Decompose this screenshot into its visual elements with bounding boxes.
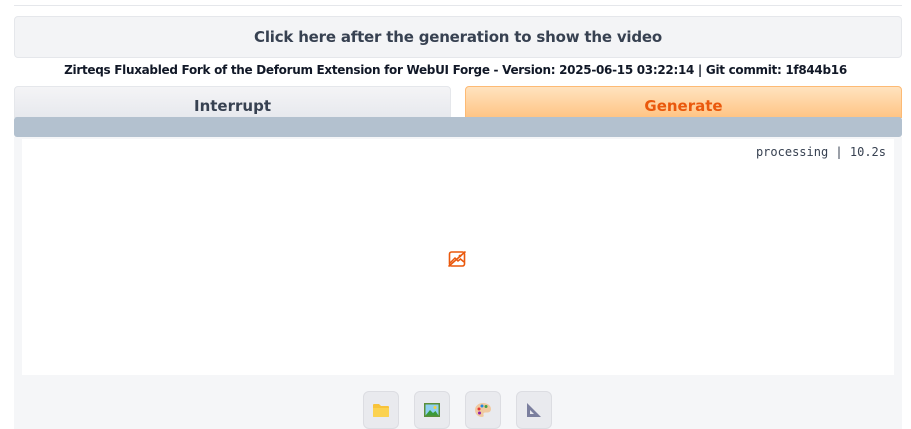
action-buttons: Interrupt Generate (14, 86, 902, 118)
progress-bar (14, 117, 902, 137)
triangle-ruler-icon (527, 403, 541, 417)
open-folder-button[interactable] (363, 391, 399, 429)
show-video-button[interactable]: Click here after the generation to show … (14, 16, 902, 58)
version-info: Zirteqs Fluxabled Fork of the Deforum Ex… (64, 63, 847, 77)
interrupt-button[interactable]: Interrupt (14, 86, 451, 118)
image-icon (424, 403, 440, 417)
generate-button[interactable]: Generate (465, 86, 902, 118)
folder-icon (373, 404, 389, 417)
send-to-extras-button[interactable] (516, 391, 552, 429)
output-gallery: processing | 10.2s (22, 139, 894, 375)
send-to-img2img-button[interactable] (414, 391, 450, 429)
palette-icon (475, 403, 491, 417)
top-divider (14, 5, 902, 6)
image-placeholder-icon (447, 249, 467, 269)
send-to-inpaint-button[interactable] (465, 391, 501, 429)
output-gallery-panel: processing | 10.2s (14, 137, 902, 429)
processing-status: processing | 10.2s (755, 145, 886, 159)
